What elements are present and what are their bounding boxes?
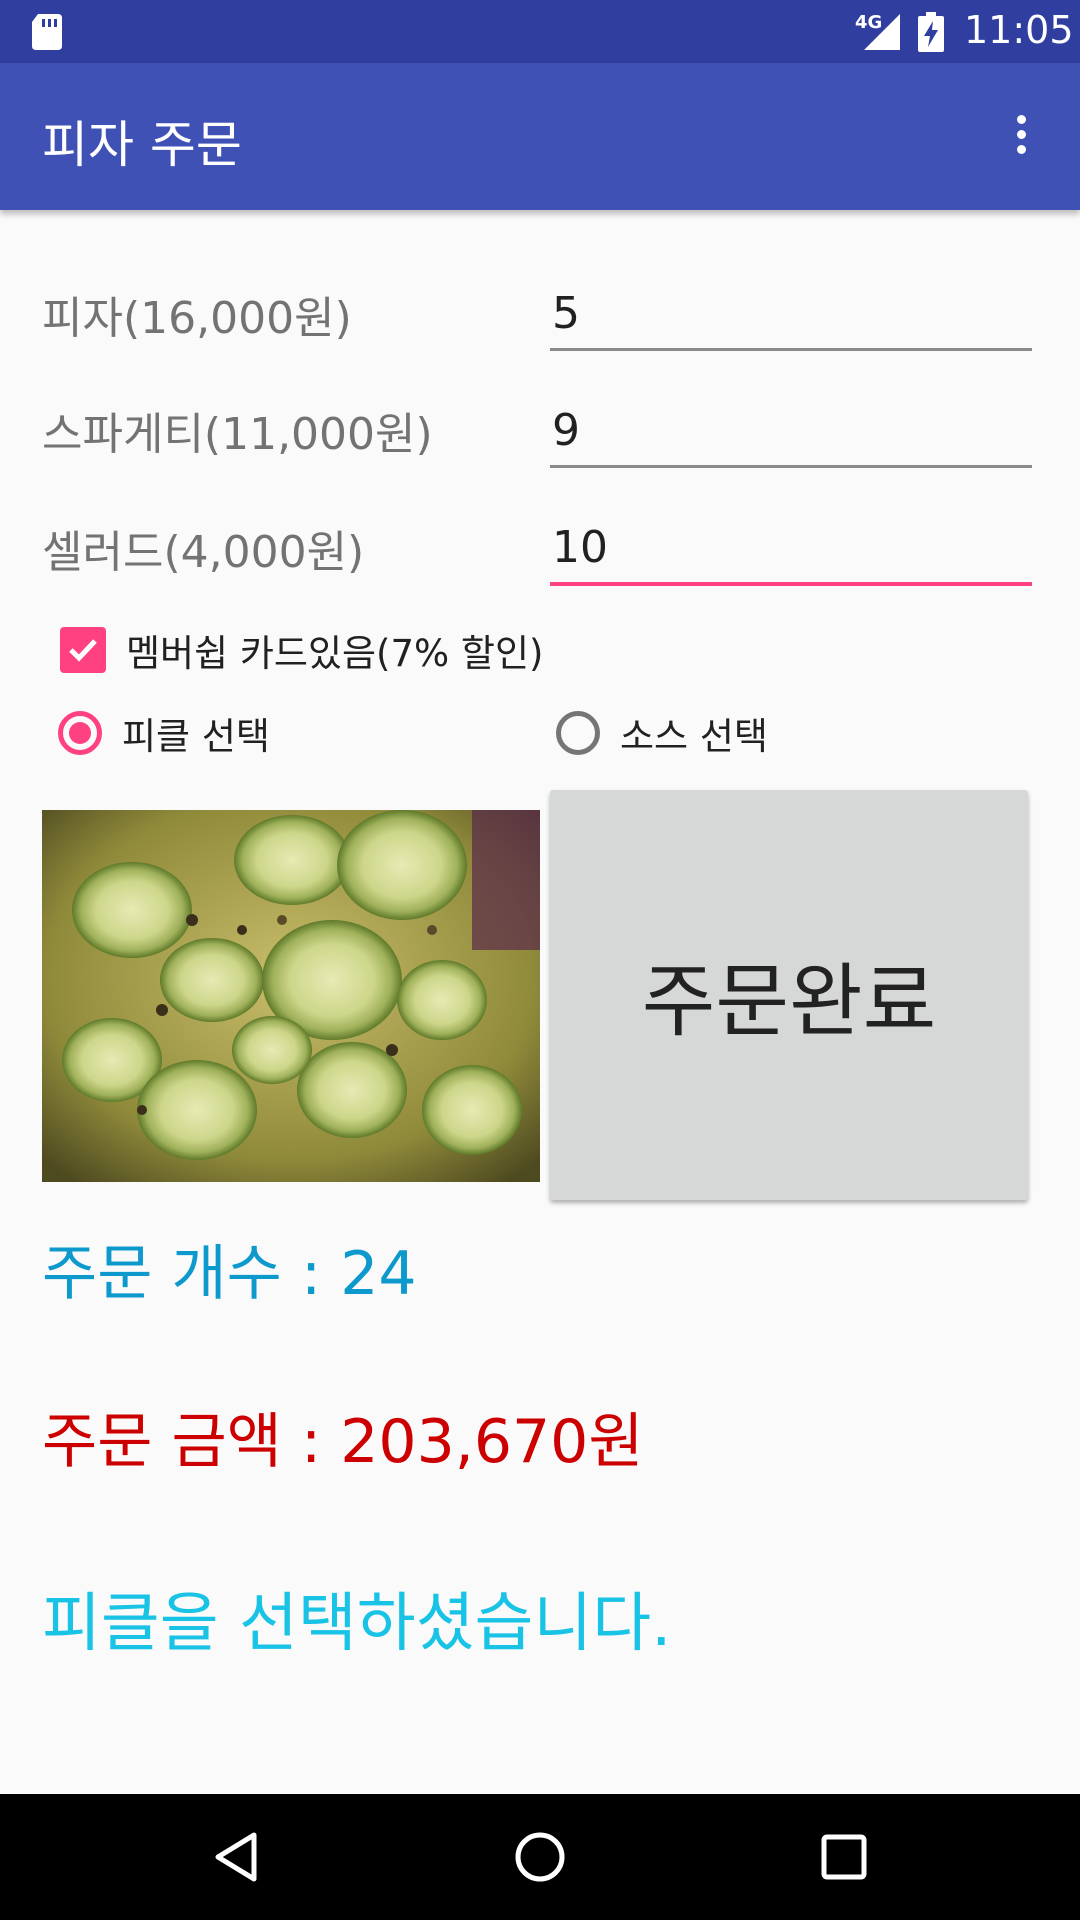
- app-bar: 피자 주문: [0, 63, 1080, 210]
- radio-unchecked-icon: [556, 711, 600, 755]
- status-clock: 11:05: [964, 8, 1074, 52]
- home-icon[interactable]: [510, 1827, 570, 1887]
- pickle-image: [42, 810, 540, 1182]
- recents-icon[interactable]: [814, 1827, 874, 1887]
- order-amount-text: 주문 금액 : 203,670원: [42, 1407, 644, 1477]
- navigation-bar: [0, 1794, 1080, 1920]
- sd-card-icon: [32, 14, 62, 50]
- salad-label: 셀러드(4,000원): [42, 527, 365, 578]
- more-vert-icon[interactable]: [1006, 111, 1036, 161]
- pickle-radio-label: 피클 선택: [122, 715, 270, 758]
- order-complete-button[interactable]: 주문완료: [550, 790, 1028, 1200]
- radio-checked-icon: [58, 711, 102, 755]
- salad-quantity-input[interactable]: [550, 512, 1032, 586]
- pizza-label: 피자(16,000원): [42, 293, 352, 344]
- selection-message-text: 피클을 선택하셨습니다.: [42, 1587, 672, 1661]
- spaghetti-quantity-input[interactable]: [550, 395, 1032, 468]
- back-icon[interactable]: [206, 1827, 266, 1887]
- checkbox-checked-icon: [60, 627, 106, 673]
- pickle-radio[interactable]: 피클 선택: [58, 705, 270, 761]
- battery-charging-icon: [918, 12, 944, 52]
- spaghetti-label: 스파게티(11,000원): [42, 409, 433, 460]
- signal-icon: [864, 14, 900, 50]
- sauce-radio-label: 소스 선택: [620, 715, 768, 758]
- membership-checkbox[interactable]: 멤버쉽 카드있음(7% 할인): [60, 622, 543, 678]
- sauce-radio[interactable]: 소스 선택: [556, 705, 768, 761]
- order-count-text: 주문 개수 : 24: [42, 1239, 417, 1309]
- membership-label: 멤버쉽 카드있음(7% 할인): [126, 632, 544, 675]
- status-bar: 4G 11:05: [0, 0, 1080, 63]
- pizza-quantity-input[interactable]: [550, 278, 1032, 351]
- app-title: 피자 주문: [42, 116, 242, 174]
